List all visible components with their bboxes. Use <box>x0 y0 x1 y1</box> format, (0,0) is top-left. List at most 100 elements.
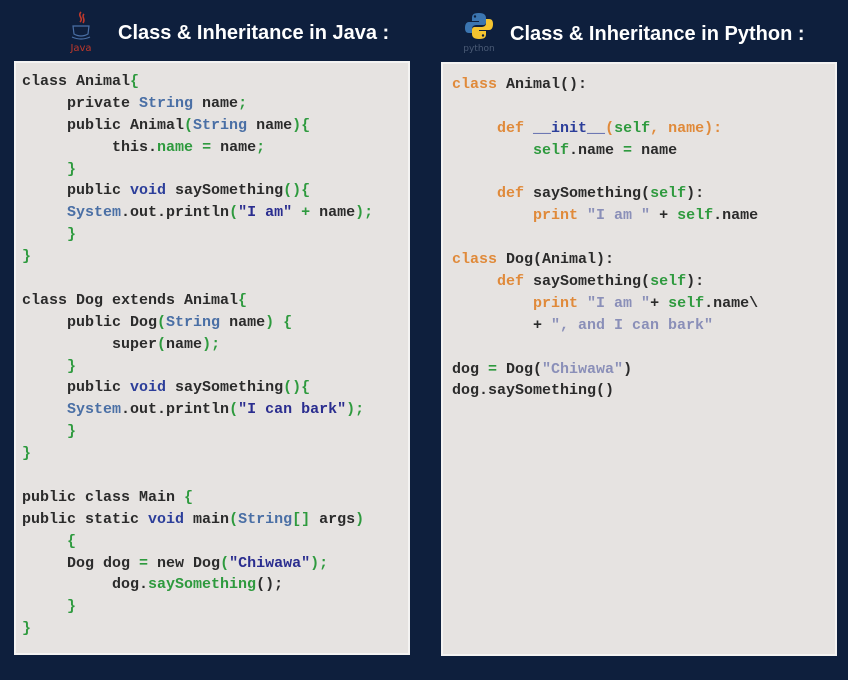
code-token: { <box>67 532 77 550</box>
code-token: .out.println <box>121 401 230 419</box>
code-token: [] <box>292 510 311 528</box>
code-line: class Animal{ <box>22 71 373 93</box>
code-token: name <box>632 141 678 159</box>
code-token: String <box>139 94 194 112</box>
code-token: { <box>130 73 140 90</box>
code-token: self <box>668 294 705 312</box>
code-token: public static <box>22 510 149 528</box>
code-token: ; <box>256 138 266 156</box>
code-line: public Dog(String name) { <box>22 312 373 334</box>
code-token: ( <box>229 204 239 222</box>
code-line: this.name = name; <box>22 137 373 159</box>
code-token: ( <box>605 119 615 137</box>
code-token: { <box>184 488 194 506</box>
code-line: } <box>22 421 373 443</box>
code-token: ", and I can bark" <box>551 316 714 334</box>
code-line: } <box>22 356 373 378</box>
code-token: + <box>650 294 669 312</box>
python-header: python Class & Inheritance in Python : <box>462 10 805 58</box>
python-snakes-icon <box>465 13 493 39</box>
code-token: } <box>22 248 32 266</box>
code-token: ) <box>623 360 633 378</box>
code-token: ): <box>686 185 705 203</box>
code-token: public <box>22 182 131 200</box>
code-token: self <box>650 185 687 203</box>
code-token: name <box>310 204 356 222</box>
code-token: ; <box>238 94 248 112</box>
code-token: } <box>67 357 77 375</box>
code-token: ); <box>310 554 329 572</box>
code-line: super(name); <box>22 334 373 356</box>
java-coffee-cup-icon <box>71 11 91 40</box>
code-token: print <box>533 207 579 225</box>
code-token: ); <box>202 335 221 353</box>
code-line: dog = Dog("Chiwawa") <box>452 359 758 381</box>
code-token: .out.println <box>121 204 230 222</box>
code-token: __init__ <box>533 119 606 137</box>
code-line: + ", and I can bark" <box>452 315 758 337</box>
code-line: } <box>22 443 373 465</box>
code-line: System.out.println("I can bark"); <box>22 399 373 421</box>
code-token: self <box>650 273 687 291</box>
code-token: } <box>67 160 77 178</box>
code-token: ); <box>346 401 365 419</box>
code-token: class <box>452 76 498 93</box>
code-line: def saySomething(self): <box>452 271 758 293</box>
code-token: ( <box>157 313 167 331</box>
code-token: Dog(Animal): <box>497 251 615 269</box>
code-token: = <box>488 360 498 378</box>
code-token: class <box>452 251 498 269</box>
python-logo: python <box>462 11 496 57</box>
code-token: ){ <box>292 116 311 134</box>
code-token: public <box>22 379 131 397</box>
code-token: + <box>650 207 678 225</box>
code-token: saySomething <box>148 576 257 594</box>
code-token: "I am " <box>587 294 651 312</box>
code-token: name <box>193 94 239 112</box>
code-token: ) <box>265 313 275 331</box>
code-token: Dog dog <box>22 554 140 572</box>
code-line: def saySomething(self): <box>452 183 758 205</box>
code-line: public Animal(String name){ <box>22 115 373 137</box>
code-token: Dog( <box>497 360 543 378</box>
code-token: ); <box>355 204 374 222</box>
code-token: saySomething <box>166 182 284 200</box>
code-token: main <box>184 510 230 528</box>
code-token: def <box>497 119 525 137</box>
code-line: class Dog extends Animal{ <box>22 290 373 312</box>
java-code-panel: class Animal{ private String name; publi… <box>14 61 410 655</box>
code-line: print "I am "+ self.name\ <box>452 293 758 315</box>
code-line: dog.saySomething() <box>452 380 758 402</box>
code-token: ( <box>184 116 194 134</box>
code-token: dog <box>452 360 489 378</box>
code-token: System <box>67 204 122 222</box>
python-logo-label: python <box>463 44 495 54</box>
code-token: "I am " <box>587 207 651 225</box>
code-token: } <box>67 598 77 616</box>
python-code-block: class Animal(): def __init__(self, name)… <box>452 74 758 402</box>
code-token: name <box>211 138 257 156</box>
code-token: private <box>22 94 140 112</box>
code-token: "Chiwawa" <box>229 554 311 572</box>
code-token: } <box>22 620 32 638</box>
code-token: saySomething( <box>524 185 651 203</box>
code-line: } <box>22 618 373 640</box>
code-line: { <box>22 531 373 553</box>
code-line: class Dog(Animal): <box>452 249 758 271</box>
code-line: print "I am " + self.name <box>452 205 758 227</box>
